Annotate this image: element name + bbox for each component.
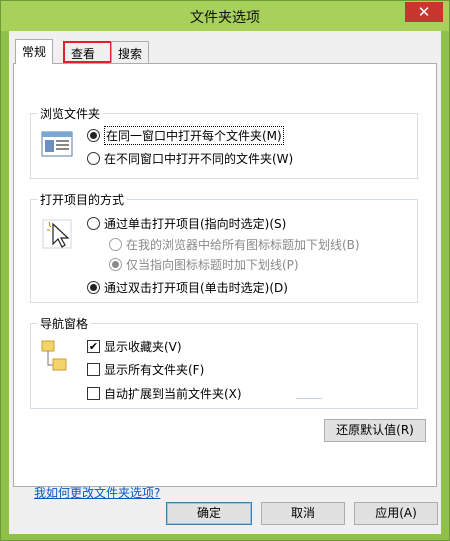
restore-defaults-label: 还原默认值(R) <box>336 423 414 437</box>
radio-new-window-label: 在不同窗口中打开不同的文件夹(W) <box>104 152 294 166</box>
checkbox-auto-expand-label: 自动扩展到当前文件夹(X) <box>104 387 242 401</box>
close-icon: ✕ <box>417 3 431 21</box>
radio-underline-hover-button[interactable] <box>109 258 122 271</box>
browse-folders-group: 浏览文件夹 在同一窗口中打开每个文件夹(M) 在不同窗口中打开不同的文件夹(W) <box>30 105 418 179</box>
radio-underline-hover[interactable]: 仅当指向图标标题时加下划线(P) <box>109 256 299 273</box>
ok-label: 确定 <box>196 506 221 520</box>
radio-single-click[interactable]: 通过单击打开项目(指向时选定)(S) <box>87 215 286 232</box>
radio-double-click-button[interactable] <box>87 281 100 294</box>
tab-search[interactable]: 搜索 <box>111 41 150 63</box>
checkbox-show-all-folders[interactable]: 显示所有文件夹(F) <box>87 361 204 378</box>
folder-tree-icon <box>39 338 69 381</box>
tab-general-label: 常规 <box>22 45 47 59</box>
checkbox-show-all-folders-box[interactable] <box>87 363 100 376</box>
navigation-pane-title: 导航窗格 <box>37 315 92 332</box>
checkbox-show-all-folders-label: 显示所有文件夹(F) <box>104 363 205 377</box>
checkbox-auto-expand[interactable]: 自动扩展到当前文件夹(X) <box>87 385 242 402</box>
click-items-title: 打开项目的方式 <box>37 191 128 208</box>
ok-button[interactable]: 确定 <box>166 502 252 525</box>
restore-defaults-button[interactable]: 还原默认值(R) <box>324 419 426 442</box>
window-title: 文件夹选项 <box>190 10 260 26</box>
general-tab-panel: 浏览文件夹 在同一窗口中打开每个文件夹(M) 在不同窗口中打开不同的文件夹(W)… <box>13 63 437 500</box>
radio-same-window[interactable]: 在同一窗口中打开每个文件夹(M) <box>87 126 284 145</box>
checkbox-show-favorites-label: 显示收藏夹(V) <box>104 340 182 354</box>
window-icon <box>41 130 73 161</box>
radio-underline-all[interactable]: 在我的浏览器中给所有图标标题加下划线(B) <box>109 236 360 253</box>
tab-general[interactable]: 常规 <box>15 39 54 64</box>
checkbox-auto-expand-box[interactable] <box>87 387 100 400</box>
radio-single-click-label: 通过单击打开项目(指向时选定)(S) <box>104 217 287 231</box>
cancel-label: 取消 <box>290 506 315 520</box>
help-link[interactable]: 我如何更改文件夹选项? <box>34 484 160 501</box>
radio-underline-hover-label: 仅当指向图标标题时加下划线(P) <box>126 258 299 272</box>
checkbox-show-favorites-box[interactable]: ✔ <box>87 340 100 353</box>
checkbox-show-favorites[interactable]: ✔ 显示收藏夹(V) <box>87 338 182 355</box>
radio-double-click-label: 通过双击打开项目(单击时选定)(D) <box>104 281 288 295</box>
checkmark-icon: ✔ <box>88 340 99 353</box>
browse-folders-title: 浏览文件夹 <box>37 105 104 122</box>
radio-underline-all-label: 在我的浏览器中给所有图标标题加下划线(B) <box>126 238 360 252</box>
click-items-group: 打开项目的方式 通过单击打开项目(指向时选定)(S) 在我的浏览器中给所有图标标… <box>30 191 418 303</box>
radio-single-click-button[interactable] <box>87 217 100 230</box>
close-button[interactable]: ✕ <box>405 2 443 22</box>
radio-new-window-button[interactable] <box>87 152 100 165</box>
tab-view-label: 查看 <box>71 47 96 61</box>
focus-decoration <box>296 398 322 399</box>
radio-new-window[interactable]: 在不同窗口中打开不同的文件夹(W) <box>87 150 293 167</box>
folder-options-window: 文件夹选项 ✕ 常规 查看 搜索 浏览文件夹 在同一窗口中打开每个文件夹(M) … <box>0 0 450 541</box>
tab-view[interactable]: 查看 <box>63 41 112 63</box>
dialog-client: 常规 查看 搜索 浏览文件夹 在同一窗口中打开每个文件夹(M) 在不同窗口中打开… <box>9 31 441 534</box>
apply-label: 应用(A) <box>375 506 417 520</box>
title-bar: 文件夹选项 ✕ <box>1 1 449 31</box>
radio-same-window-label: 在同一窗口中打开每个文件夹(M) <box>104 126 284 145</box>
radio-underline-all-button[interactable] <box>109 238 122 251</box>
apply-button[interactable]: 应用(A) <box>354 502 438 525</box>
pointer-click-icon <box>41 218 73 253</box>
radio-double-click[interactable]: 通过双击打开项目(单击时选定)(D) <box>87 279 288 296</box>
radio-same-window-button[interactable] <box>87 129 100 142</box>
tab-search-label: 搜索 <box>118 47 143 61</box>
navigation-pane-group: 导航窗格 ✔ 显示收藏夹(V) 显示所有文件夹(F) 自动扩展到当前文件夹(X) <box>30 315 418 409</box>
cancel-button[interactable]: 取消 <box>261 502 345 525</box>
